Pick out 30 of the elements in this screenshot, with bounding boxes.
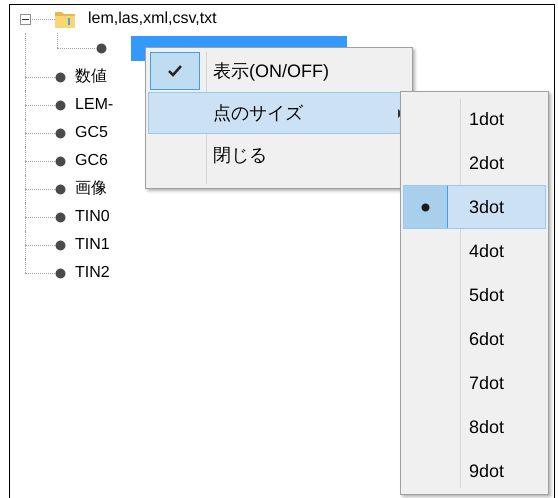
menu-item[interactable]: 表示(ON/OFF): [148, 50, 410, 92]
submenu-item[interactable]: 9dot: [403, 449, 546, 493]
submenu-item[interactable]: 7dot: [403, 361, 546, 405]
tree-item[interactable]: GC6: [75, 149, 108, 173]
tree-item[interactable]: 数値: [75, 65, 107, 89]
tree-item[interactable]: LEM-: [75, 93, 114, 117]
submenu-item[interactable]: 3dot: [403, 185, 546, 229]
tree-item[interactable]: 画像: [75, 177, 107, 201]
tree-item[interactable]: TIN2: [75, 261, 110, 285]
node-dot-icon: [55, 268, 66, 278]
tree-item[interactable]: GC5: [75, 121, 108, 145]
expander-button[interactable]: [20, 14, 31, 24]
tree-item[interactable]: TIN0: [75, 205, 110, 229]
node-dot-icon: [55, 72, 66, 82]
node-dot-icon: [55, 240, 66, 250]
checkmark-icon: [168, 65, 182, 77]
node-dot-icon: [55, 212, 66, 222]
tree-item[interactable]: TIN1: [75, 233, 110, 257]
folder-icon: [54, 9, 76, 29]
submenu-item[interactable]: 2dot: [403, 141, 546, 185]
tree-item[interactable]: lem,las,xml,csv,txt: [88, 7, 217, 31]
node-dot-icon: [55, 156, 66, 166]
submenu-item[interactable]: 6dot: [403, 317, 546, 361]
node-dot-icon: [55, 184, 66, 194]
submenu-item[interactable]: 4dot: [403, 229, 546, 273]
node-dot-icon: [55, 100, 66, 110]
submenu-item[interactable]: 5dot: [403, 273, 546, 317]
node-dot-icon: [96, 42, 107, 54]
submenu-item[interactable]: 8dot: [403, 405, 546, 449]
node-dot-icon: [55, 128, 66, 138]
